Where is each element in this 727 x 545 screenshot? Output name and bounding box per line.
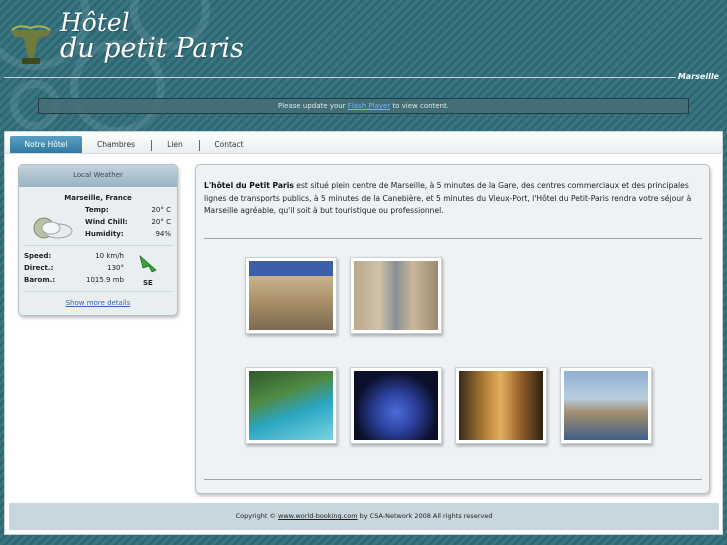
- direct-value: 130°: [107, 264, 124, 272]
- weather-barom-row: Barom.: 1015.9 mb: [24, 276, 124, 284]
- weather-temp-row: Temp: 20° C: [85, 206, 171, 214]
- weather-divider: [23, 291, 173, 292]
- show-more-details-link[interactable]: Show more details: [19, 299, 177, 307]
- weather-widget: Local Weather Marseille, France Temp: 20…: [18, 164, 178, 316]
- wind-arrow-icon: [139, 254, 157, 273]
- direct-label: Direct.:: [24, 264, 54, 272]
- humidity-value: 94%: [155, 230, 171, 238]
- weather-heading: Local Weather: [19, 165, 177, 187]
- footer: Copyright © www.world-booking.com by CSA…: [9, 503, 719, 530]
- weather-speed-row: Speed: 10 km/h: [24, 252, 124, 260]
- photo-thumbnail[interactable]: [350, 257, 442, 334]
- flash-player-link[interactable]: Flash Player: [348, 102, 390, 110]
- intro-bold: L'hôtel du Petit Paris: [204, 181, 294, 190]
- barom-value: 1015.9 mb: [86, 276, 124, 284]
- weather-location: Marseille, France: [64, 194, 132, 202]
- wind-direction: SE: [143, 279, 153, 287]
- photo-thumbnail[interactable]: [245, 257, 337, 334]
- content-panel: L'hôtel du Petit Paris est situé plein c…: [195, 164, 710, 494]
- header-divider: [4, 77, 676, 78]
- city-label: Marseille: [677, 72, 719, 81]
- world-booking-link[interactable]: www.world-booking.com: [278, 512, 358, 520]
- flash-suffix: to view content.: [392, 102, 450, 110]
- photo-thumbnail[interactable]: [455, 367, 547, 444]
- flash-prefix: Please update your: [277, 102, 346, 110]
- content-divider: [204, 238, 702, 239]
- hotel-logo-title: Hôtel du petit Paris: [60, 10, 244, 64]
- nav-separator: [199, 140, 200, 151]
- flash-notice: Please update your Flash Player to view …: [38, 98, 689, 114]
- main-container: Notre Hôtel Chambres Lien Contact Local …: [4, 131, 723, 535]
- nav-bar: Notre Hôtel Chambres Lien Contact: [5, 132, 722, 154]
- humidity-label: Humidity:: [85, 230, 124, 238]
- windchill-label: Wind Chill:: [85, 218, 128, 226]
- weather-direct-row: Direct.: 130°: [24, 264, 124, 272]
- windchill-value: 20° C: [151, 218, 171, 226]
- speed-label: Speed:: [24, 252, 52, 260]
- hotel-logo-icon: [10, 25, 52, 64]
- temp-label: Temp:: [85, 206, 109, 214]
- nav-separator: [151, 140, 152, 151]
- intro-text: L'hôtel du Petit Paris est situé plein c…: [204, 180, 704, 218]
- weather-humidity-row: Humidity: 94%: [85, 230, 171, 238]
- nav-item-contact[interactable]: Contact: [208, 136, 250, 153]
- weather-divider: [23, 245, 173, 246]
- nav-item-notre-hotel[interactable]: Notre Hôtel: [10, 136, 82, 153]
- copyright-prefix: Copyright ©: [235, 512, 276, 520]
- speed-value: 10 km/h: [95, 252, 124, 260]
- weather-windchill-row: Wind Chill: 20° C: [85, 218, 171, 226]
- logo-line-2: du petit Paris: [60, 33, 244, 64]
- temp-value: 20° C: [151, 206, 171, 214]
- photo-thumbnail[interactable]: [245, 367, 337, 444]
- cloudy-moon-icon: [33, 217, 73, 239]
- copyright-suffix: by CSA-Network 2008 All rights reserved: [359, 512, 493, 520]
- nav-item-lien[interactable]: Lien: [160, 136, 190, 153]
- photo-thumbnail[interactable]: [560, 367, 652, 444]
- nav-item-chambres[interactable]: Chambres: [90, 136, 142, 153]
- barom-label: Barom.:: [24, 276, 56, 284]
- photo-thumbnail[interactable]: [350, 367, 442, 444]
- content-divider: [204, 479, 702, 480]
